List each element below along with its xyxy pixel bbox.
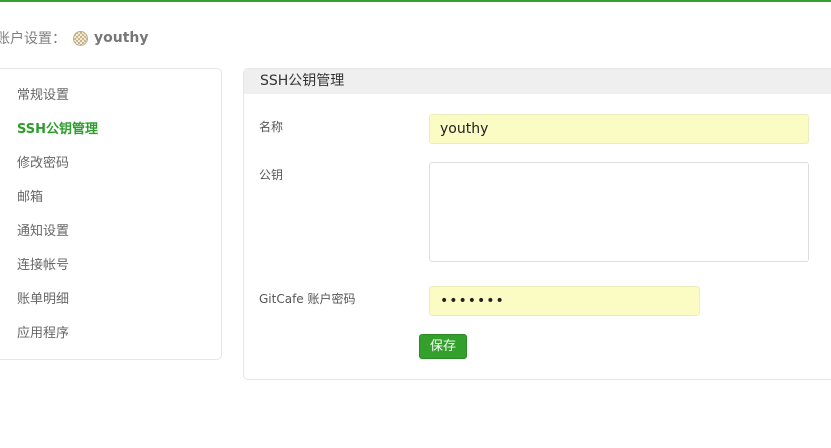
account-header: 账户设置： youthy (0, 28, 149, 48)
sidebar-item-notifications[interactable]: 通知设置 (17, 222, 69, 242)
name-label: 名称 (259, 120, 284, 134)
public-key-label: 公钥 (259, 168, 284, 182)
sidebar-item-connected-accounts[interactable]: 连接帐号 (17, 256, 69, 276)
sidebar-item-general[interactable]: 常规设置 (17, 86, 69, 106)
username-link[interactable]: youthy (94, 30, 149, 46)
sidebar-item-change-password[interactable]: 修改密码 (17, 154, 69, 174)
sidebar-item-email[interactable]: 邮箱 (17, 188, 43, 208)
avatar-icon[interactable] (73, 30, 88, 46)
sidebar-item-billing[interactable]: 账单明细 (17, 290, 69, 310)
account-settings-label: 账户设置： (0, 31, 66, 47)
sidebar-item-ssh-keys[interactable]: SSH公钥管理 (17, 120, 98, 140)
top-accent-bar (0, 0, 831, 2)
public-key-textarea[interactable] (429, 162, 809, 262)
password-input[interactable]: ••••••• (429, 286, 700, 316)
password-label: GitCafe 账户密码 (259, 292, 356, 306)
key-name-input[interactable]: youthy (429, 114, 809, 144)
save-button[interactable]: 保存 (419, 334, 467, 359)
panel-title: SSH公钥管理 (244, 69, 831, 94)
sidebar-item-applications[interactable]: 应用程序 (17, 324, 69, 344)
settings-sidebar: 常规设置 SSH公钥管理 修改密码 邮箱 通知设置 连接帐号 账单明细 应用程序 (0, 68, 222, 360)
